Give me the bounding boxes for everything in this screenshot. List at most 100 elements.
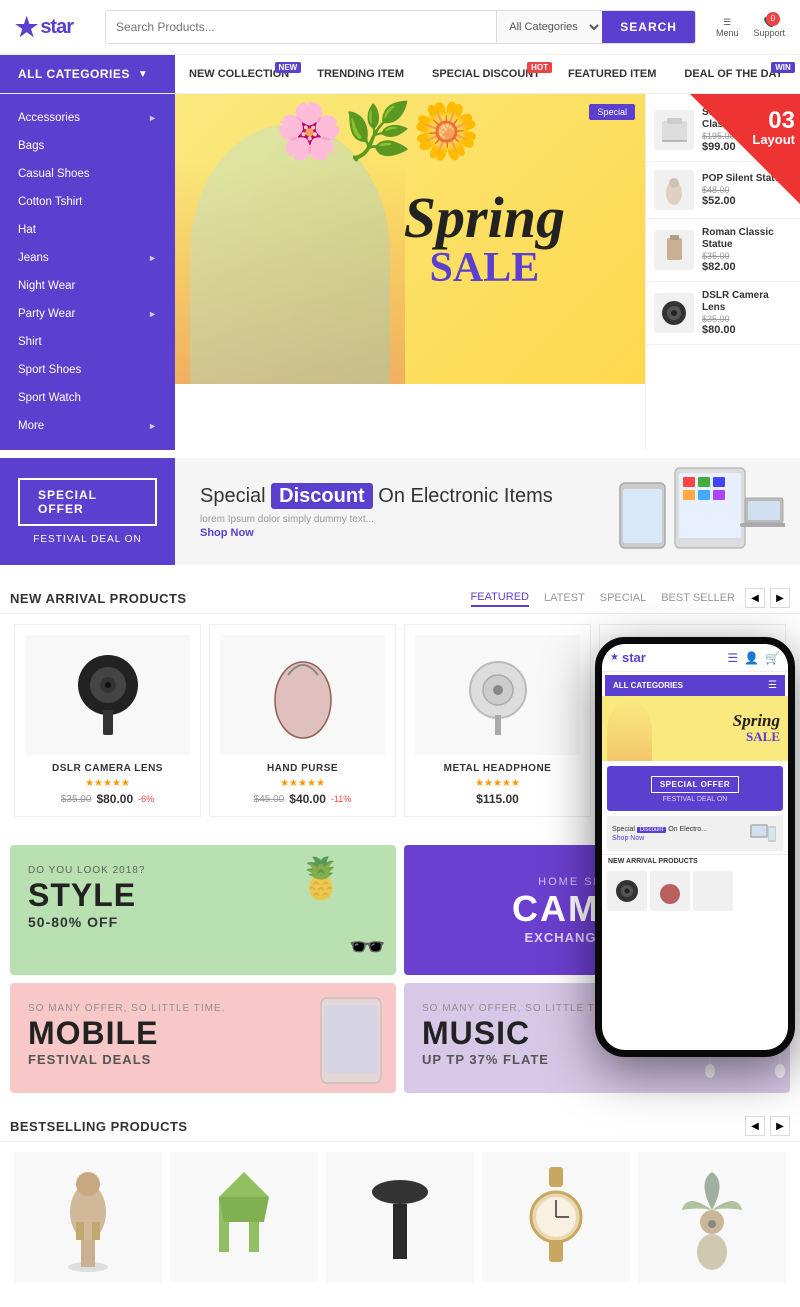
sidebar-item-casual-shoes[interactable]: Casual Shoes [0, 160, 175, 188]
phone-hero-text: Spring SALE [733, 712, 780, 745]
hero-sale-text: SALE [404, 247, 565, 289]
special-festival-text: FESTIVAL DEAL ON [33, 534, 141, 545]
bs-product-1[interactable] [14, 1152, 162, 1287]
tab-featured[interactable]: FEATURED [471, 589, 529, 607]
promo-phone-row: DO YOU LOOK 2018? STYLE 50-80% OFF 🕶️ 🍍 … [0, 837, 800, 983]
support-badge: 0 [766, 12, 780, 26]
hero-row: Accessories► Bags Casual Shoes Cotton Ts… [0, 94, 800, 450]
sidebar-item-party-wear[interactable]: Party Wear► [0, 300, 175, 328]
special-offer-section: SPECIAL OFFER FESTIVAL DEAL ON Special D… [0, 458, 800, 565]
discount-badge: Discount [271, 483, 373, 509]
nav-item-trending[interactable]: TRENDING ITEM [303, 56, 418, 92]
product-prices-1: $35.00 $80.00 -6% [25, 792, 190, 806]
phone-mockup: ★ star ☰ 👤 🛒 ALL CATEGORIES ☰ [595, 637, 795, 1057]
sidebar-item-hat[interactable]: Hat [0, 216, 175, 244]
bs-img-3 [326, 1152, 474, 1282]
right-product-info-3: Roman Classic Statue $35.00 $82.00 [702, 227, 792, 273]
nav-item-featured[interactable]: FEATURED ITEM [554, 56, 670, 92]
nav-bar: ALL CATEGORIES ▼ NEW COLLECTION NEW TREN… [0, 55, 800, 94]
sidebar-item-sport-shoes[interactable]: Sport Shoes [0, 356, 175, 384]
header: ★ star All Categories SEARCH ☰ Menu 📞 0 … [0, 0, 800, 55]
nav-badge-new: NEW [275, 62, 302, 73]
chevron-right-icon: ► [148, 113, 157, 123]
bestselling-nav: ◀ ▶ [745, 1116, 790, 1136]
chevron-right-icon: ► [148, 253, 157, 263]
bs-product-4[interactable] [482, 1152, 630, 1287]
product-card-2[interactable]: HAND PURSE ★★★★★ $45.00 $40.00 -11% [209, 624, 396, 817]
special-offer-left[interactable]: SPECIAL OFFER FESTIVAL DEAL ON [0, 458, 175, 565]
menu-item[interactable]: ☰ Menu [716, 17, 739, 38]
phone-person [607, 701, 652, 761]
tab-latest[interactable]: LATEST [544, 590, 585, 606]
hero-special-badge: Special [589, 104, 635, 120]
bs-img-2 [170, 1152, 318, 1282]
support-icon: 📞 0 [764, 17, 775, 28]
products-tabs: FEATURED LATEST SPECIAL BEST SELLER [471, 589, 735, 607]
support-item[interactable]: 📞 0 Support [753, 17, 785, 38]
bestselling-title: BESTSELLING PRODUCTS [10, 1119, 735, 1134]
tab-next-button[interactable]: ▶ [770, 588, 790, 608]
sidebar-item-more[interactable]: More► [0, 412, 175, 440]
sidebar-item-cotton-tshirt[interactable]: Cotton Tshirt [0, 188, 175, 216]
bs-product-2[interactable] [170, 1152, 318, 1287]
bs-product-5[interactable] [638, 1152, 786, 1287]
bestselling-prev-button[interactable]: ◀ [745, 1116, 765, 1136]
sidebar-item-jeans[interactable]: Jeans► [0, 244, 175, 272]
sidebar-item-bags[interactable]: Bags [0, 132, 175, 160]
right-product-info-4: DSLR Camera Lens $35.00 $80.00 [702, 290, 792, 336]
nav-item-deal[interactable]: DEAL OF THE DAY WIN [670, 56, 796, 92]
search-input[interactable] [106, 11, 496, 43]
hero-text: Spring SALE [404, 189, 565, 289]
layout-label: Layout [752, 133, 795, 146]
tablet-icon [316, 993, 386, 1093]
special-offer-button[interactable]: SPECIAL OFFER [18, 478, 157, 526]
right-product-3[interactable]: Roman Classic Statue $35.00 $82.00 [646, 219, 800, 282]
promo-mobile-banner[interactable]: SO MANY OFFER, SO LITTLE TIME. MOBILE FE… [10, 983, 396, 1093]
promo-style-banner[interactable]: DO YOU LOOK 2018? STYLE 50-80% OFF 🕶️ 🍍 [10, 845, 396, 975]
sidebar-item-shirt[interactable]: Shirt [0, 328, 175, 356]
phone-product-thumbs [602, 868, 788, 914]
tab-special[interactable]: SPECIAL [600, 590, 646, 606]
phone-special-btn: SPECIAL OFFER [651, 776, 739, 793]
nav-item-special-discount[interactable]: SPECIAL DISCOUNT HOT [418, 56, 554, 92]
logo[interactable]: ★ star [15, 12, 95, 43]
phone-cart-icon: 🛒 [765, 651, 780, 665]
product-name-3: METAL HEADPHONE [415, 763, 580, 774]
nav-item-label: FEATURED ITEM [568, 68, 656, 80]
tab-best-seller[interactable]: BEST SELLER [661, 590, 735, 606]
products-header: NEW ARRIVAL PRODUCTS FEATURED LATEST SPE… [0, 583, 800, 614]
phone-nav-icon: ☰ [768, 680, 777, 691]
phone-screen: ★ star ☰ 👤 🛒 ALL CATEGORIES ☰ [602, 644, 788, 1050]
sidebar-item-accessories[interactable]: Accessories► [0, 104, 175, 132]
products-title: NEW ARRIVAL PRODUCTS [10, 591, 471, 606]
right-product-price-3: $82.00 [702, 261, 792, 273]
layout-badge-text: 03 Layout [752, 109, 795, 146]
tab-prev-button[interactable]: ◀ [745, 588, 765, 608]
category-select[interactable]: All Categories [496, 11, 602, 43]
nav-item-label: DEAL OF THE DAY [684, 68, 782, 80]
bestselling-next-button[interactable]: ▶ [770, 1116, 790, 1136]
phone-nav: ALL CATEGORIES ☰ [605, 675, 785, 696]
sidebar-item-sport-watch[interactable]: Sport Watch [0, 384, 175, 412]
bs-img-1 [14, 1152, 162, 1282]
layout-number: 03 [768, 107, 795, 134]
phone-device-icon [748, 821, 778, 846]
right-product-4[interactable]: DSLR Camera Lens $35.00 $80.00 [646, 282, 800, 345]
product-new-price-1: $80.00 [96, 792, 133, 806]
nav-item-label: SPECIAL DISCOUNT [432, 68, 540, 80]
sidebar-item-night-wear[interactable]: Night Wear [0, 272, 175, 300]
hero-banner[interactable]: 🌸🌿🌼 Spring SALE Special [175, 94, 645, 384]
product-card-1[interactable]: DSLR CAMERA LENS ★★★★★ $35.00 $80.00 -6% [14, 624, 201, 817]
right-product-old-price-3: $35.00 [702, 251, 792, 261]
nav-all-categories[interactable]: ALL CATEGORIES ▼ [0, 55, 175, 93]
phone-header-icons: ☰ 👤 🛒 [727, 651, 780, 665]
phone-thumb-1 [607, 871, 647, 911]
product-card-3[interactable]: METAL HEADPHONE ★★★★★ $115.00 [404, 624, 591, 817]
logo-text: star [40, 16, 73, 39]
bestselling-header: BESTSELLING PRODUCTS ◀ ▶ [0, 1111, 800, 1142]
nav-item-new-collection[interactable]: NEW COLLECTION NEW [175, 56, 303, 92]
product-new-price-2: $40.00 [289, 792, 326, 806]
phone-menu-icon: ☰ [727, 651, 738, 665]
search-button[interactable]: SEARCH [602, 11, 695, 43]
bs-product-3[interactable] [326, 1152, 474, 1287]
